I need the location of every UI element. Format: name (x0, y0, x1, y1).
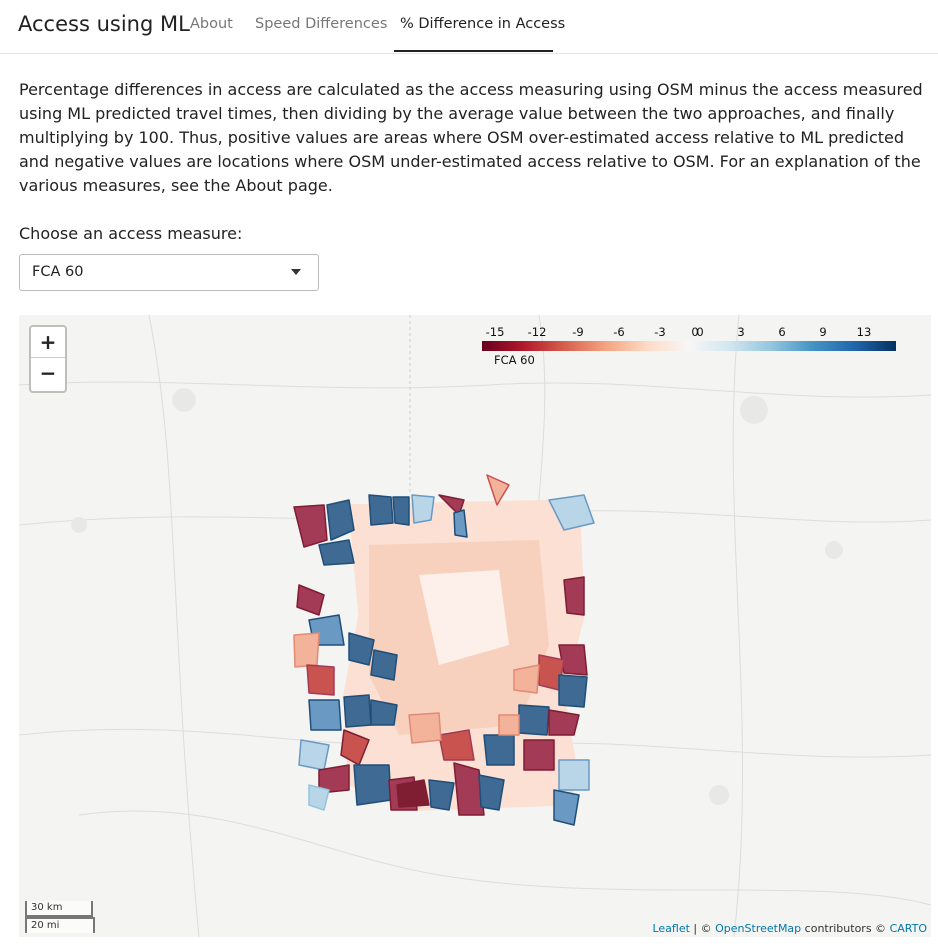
map-container[interactable]: + − -15 -12 -9 -6 -3 0 0 3 6 9 13 FCA 60… (19, 315, 931, 937)
attribution-sep: | © (689, 922, 716, 935)
zoom-in-button[interactable]: + (31, 327, 65, 358)
description-text: Percentage differences in access are cal… (19, 80, 923, 195)
leaflet-link[interactable]: Leaflet (652, 922, 689, 935)
legend-tick: 13 (856, 325, 872, 339)
legend-tick: 9 (819, 325, 827, 339)
legend-tick: 6 (778, 325, 786, 339)
access-measure-select[interactable]: FCA 60 (19, 254, 319, 291)
legend-tick: -15 (485, 325, 505, 339)
legend-tick: 0 (696, 325, 704, 339)
tab-about[interactable]: About (190, 16, 233, 32)
legend-tick: -9 (572, 325, 584, 339)
map-legend: -15 -12 -9 -6 -3 0 0 3 6 9 13 FCA 60 (482, 325, 902, 367)
selected-measure: FCA 60 (32, 264, 84, 280)
legend-ticks: -15 -12 -9 -6 -3 0 0 3 6 9 13 (482, 325, 902, 339)
tab-difference-in-access[interactable]: % Difference in Access (400, 16, 565, 32)
legend-title: FCA 60 (494, 353, 535, 367)
scale-bar: 30 km 20 mi (25, 901, 95, 933)
scale-mi: 20 mi (25, 917, 95, 933)
legend-tick: 3 (737, 325, 745, 339)
legend-tick: -6 (613, 325, 625, 339)
active-tab-indicator (394, 50, 553, 52)
app-title: Access using ML (18, 12, 190, 36)
legend-tick: -12 (527, 325, 547, 339)
scale-km: 30 km (25, 901, 93, 917)
legend-tick: -3 (654, 325, 666, 339)
access-measure-label: Choose an access measure: (19, 224, 243, 243)
carto-link[interactable]: CARTO (890, 922, 927, 935)
tab-speed-differences[interactable]: Speed Differences (255, 16, 387, 32)
basemap (19, 315, 931, 937)
legend-color-bar (482, 341, 896, 351)
navbar: Access using ML About Speed Differences … (0, 0, 938, 54)
zoom-out-button[interactable]: − (31, 358, 65, 388)
osm-link[interactable]: OpenStreetMap (715, 922, 801, 935)
attribution-mid: contributors © (801, 922, 890, 935)
map-attribution: Leaflet | © OpenStreetMap contributors ©… (652, 922, 927, 935)
chevron-down-icon (291, 269, 301, 275)
zoom-control: + − (29, 325, 67, 393)
